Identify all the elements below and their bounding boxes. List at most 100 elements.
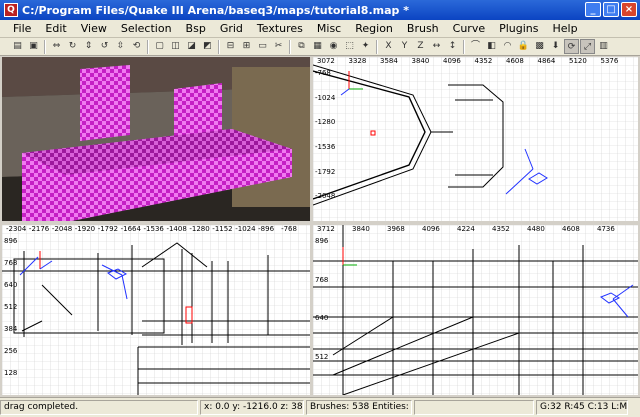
status-bar: drag completed. x: 0.0 y: -1216.0 z: 384… [0,397,640,417]
yz-top-tick-label: 4608 [562,225,580,233]
flip-x-icon[interactable]: ⇔ [49,39,64,54]
xz-top-tick-label: -1408 [166,225,187,233]
rotate-x-icon[interactable]: ↻ [65,39,80,54]
xy-top-tick-label: 4352 [474,57,493,65]
xz-top-tick-label: -1024 [235,225,256,233]
region-icon[interactable]: ▥ [596,39,611,54]
hollow-icon[interactable]: ▭ [255,39,270,54]
xz-top-tick-label: -1920 [74,225,96,233]
yz-left-tick-label: 512 [315,352,329,361]
menu-textures[interactable]: Textures [250,22,310,35]
csg-subtract-icon[interactable]: ⊟ [223,39,238,54]
select-partial-icon[interactable]: ◪ [184,39,199,54]
menu-region[interactable]: Region [348,22,400,35]
xz-left-tick-label: 512 [4,303,18,311]
xz-left-tick-label: 384 [4,325,18,333]
minimize-button[interactable]: _ [585,2,601,17]
menu-misc[interactable]: Misc [310,22,348,35]
xy-left-tick-label: -1024 [315,93,336,102]
yz-top-tick-label: 3968 [387,225,405,233]
toolbar-separator [463,39,465,54]
xy-top-tick-label: 5376 [600,57,619,65]
cube-clip-icon[interactable]: ⬚ [342,39,357,54]
csg-merge-icon[interactable]: ⊞ [239,39,254,54]
xz-top-tick-label: -896 [258,225,275,233]
z-axis-icon[interactable]: Z [413,39,428,54]
yz-left-tick-label: 640 [315,314,329,322]
lock-icon[interactable]: 🔒 [516,39,531,54]
status-counts: Brushes: 538 Entities: 20 [306,400,412,415]
xz-front-view[interactable]: -2304 -2176 -2048 -1920 -1792 -1664 -1536 -1408… [2,225,310,395]
patch-icon[interactable]: ▩ [532,39,547,54]
curve-cap-icon[interactable]: ◠ [500,39,515,54]
toolbar: ▤ ▣ ⇔ ↻ ⇕ ↺ ⇳ ⟲ ▢ ◫ ◪ ◩ ⊟ ⊞ ▭ ✂ ⧉ ▦ ◉ ⬚ ✦ X Y Z ↔ ↕ ⌒ ◧ ◠ 🔒 ▩ ⬇ ⟳ ⤢ ▥ [0,38,640,56]
open-icon[interactable]: ▤ [10,39,25,54]
menu-plugins[interactable]: Plugins [492,22,545,35]
toolbar-separator [44,39,46,54]
x-axis-icon[interactable]: X [381,39,396,54]
menu-selection[interactable]: Selection [114,22,179,35]
flip-z-icon[interactable]: ⇳ [113,39,128,54]
texture-view-icon[interactable]: ▦ [310,39,325,54]
yz-grid-canvas [313,225,638,395]
toolbar-separator [218,39,220,54]
yz-top-ruler: 3712 3840 3968 4096 4224 4352 4480 4608 4736 [313,225,638,235]
bend-icon[interactable]: ⌒ [468,39,483,54]
xz-top-tick-label: -1792 [97,225,119,233]
maximize-button[interactable]: □ [603,2,619,17]
select-inside-icon[interactable]: ◩ [200,39,215,54]
xy-top-tick-label: 3584 [380,57,398,65]
scale-mode-icon[interactable]: ⤢ [580,39,595,54]
rotate-z-icon[interactable]: ⟲ [129,39,144,54]
xz-top-tick-label: -2304 [6,225,27,233]
xy-top-tick-label: 4864 [537,57,556,65]
change-views-icon[interactable]: ⧉ [294,39,309,54]
status-message: drag completed. [0,400,198,415]
select-touching-icon[interactable]: ◫ [168,39,183,54]
xz-top-tick-label: -768 [281,225,297,233]
xz-top-tick-label: -1152 [212,225,233,233]
menu-file[interactable]: File [6,22,38,35]
xy-top-ruler: 3072 3328 3584 3840 4096 4352 4608 4864 5120 5376 [313,57,638,67]
yz-top-tick-label: 4224 [457,225,475,233]
close-button[interactable]: × [621,2,637,17]
yz-top-tick-label: 4480 [527,225,545,233]
menu-edit[interactable]: Edit [38,22,73,35]
menu-curve[interactable]: Curve [446,22,492,35]
rotate-y-icon[interactable]: ↺ [97,39,112,54]
status-grid: G:32 R:45 C:13 L:MR [536,400,628,415]
yz-top-tick-label: 3712 [317,225,335,233]
scale-y-icon[interactable]: ↕ [445,39,460,54]
xy-top-tick-label: 3072 [317,57,335,65]
yz-left-tick-label: 768 [315,275,329,284]
menu-view[interactable]: View [74,22,114,35]
save-icon[interactable]: ▣ [26,39,41,54]
xy-grid-canvas [313,57,638,221]
scale-x-icon[interactable]: ↔ [429,39,444,54]
menu-grid[interactable]: Grid [213,22,250,35]
xz-left-tick-label: 256 [4,347,18,355]
xy-top-tick-label: 3328 [348,57,367,65]
camera-view[interactable] [2,57,310,221]
menu-help[interactable]: Help [546,22,585,35]
toolbar-separator [376,39,378,54]
y-axis-icon[interactable]: Y [397,39,412,54]
xy-left-tick-label: -1792 [315,167,336,176]
menu-bar: File Edit View Selection Bsp Grid Textur… [0,20,640,38]
flip-y-icon[interactable]: ⇕ [81,39,96,54]
select-complete-icon[interactable]: ▢ [152,39,167,54]
camera-render [2,57,310,221]
entity-icon[interactable]: ✦ [358,39,373,54]
xz-top-tick-label: -2048 [51,225,73,233]
camera-icon[interactable]: ◉ [326,39,341,54]
clipper-icon[interactable]: ✂ [271,39,286,54]
xy-top-view[interactable]: 3072 3328 3584 3840 4096 4352 4608 4864 5120 5376… [313,57,638,221]
menu-bsp[interactable]: Bsp [179,22,213,35]
window-title: C:/Program Files/Quake III Arena/baseq3/… [22,3,409,17]
yz-side-view[interactable]: 3712 3840 3968 4096 4224 4352 4480 4608 4736 896… [313,225,638,395]
rotate-mode-icon[interactable]: ⟳ [564,39,579,54]
xz-left-tick-label: 896 [4,237,18,245]
menu-brush[interactable]: Brush [400,22,446,35]
select-face-icon[interactable]: ◧ [484,39,499,54]
drop-icon[interactable]: ⬇ [548,39,563,54]
